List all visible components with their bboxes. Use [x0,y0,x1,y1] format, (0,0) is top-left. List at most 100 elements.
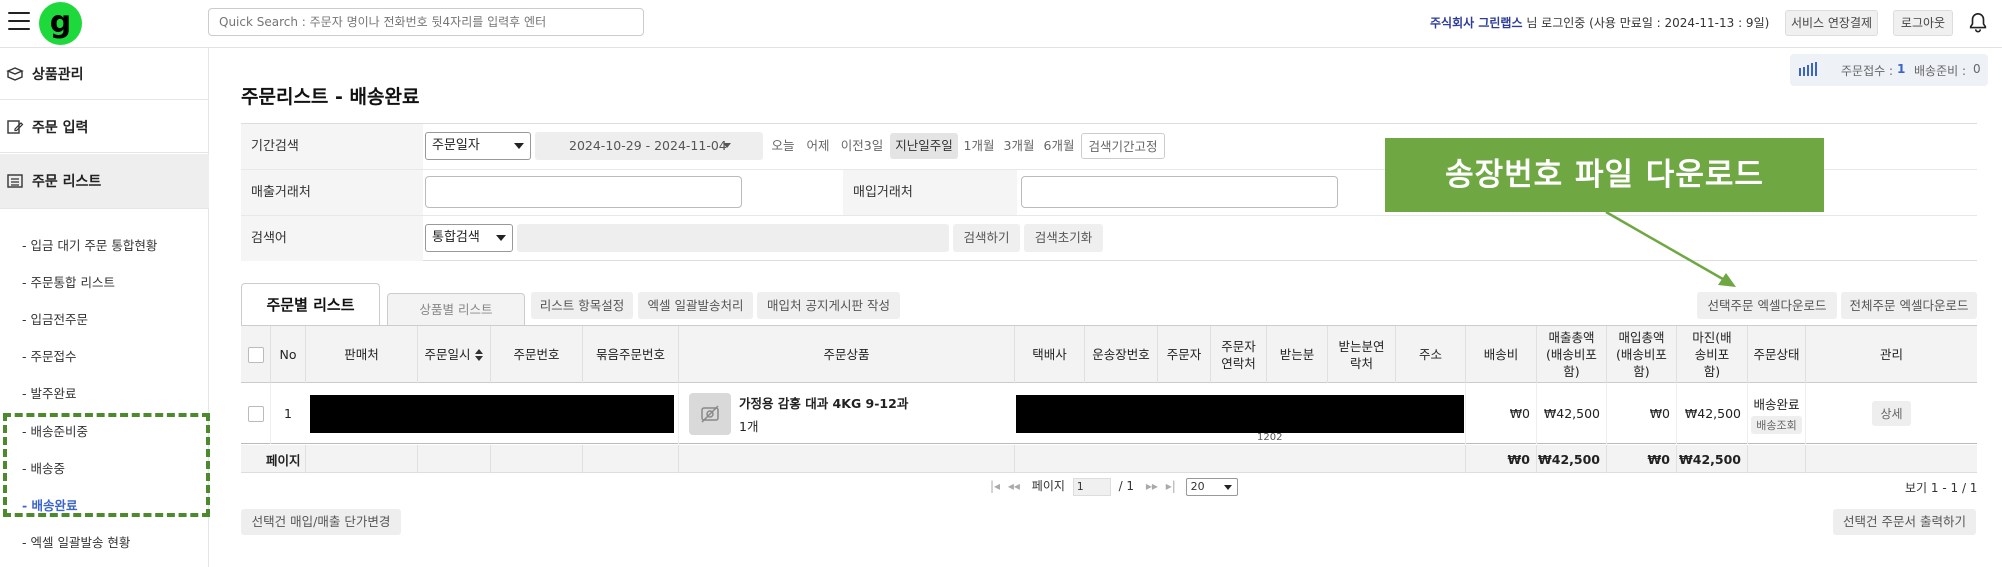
sidebar-sub-integrated-list[interactable]: - 주문통합 리스트 [22,272,115,291]
quick-1month[interactable]: 1개월 [961,133,997,159]
bell-icon[interactable] [1967,12,1989,34]
excel-bulk-ship-button[interactable]: 엑셀 일괄발송처리 [638,292,753,319]
result-count: 보기 1 - 1 / 1 [1905,481,1978,495]
chevron-down-icon [514,143,524,149]
row-no: 1 [270,383,305,444]
received-label: 주문접수 : [1841,64,1894,78]
quick-6month[interactable]: 6개월 [1041,133,1077,159]
redacted-shipping-info [1016,395,1464,433]
tab-by-product[interactable]: 상품별 리스트 [387,293,525,325]
prev-page-icon[interactable]: ◂◂ [1008,479,1020,493]
per-page-select[interactable]: 20 [1185,477,1238,496]
page-total: / 1 [1118,479,1135,493]
row-ship-fee: ₩0 [1465,383,1536,444]
per-page-value: 20 [1190,479,1205,493]
logout-button[interactable]: 로그아웃 [1893,10,1953,36]
phone-fragment: 1202 [1257,432,1283,443]
sidebar-sub-delivered[interactable]: - 배송완료 [22,495,78,514]
order-status-summary: 주문접수 : 1 배송준비 : 0 [1790,54,1988,86]
print-order-sheet-button[interactable]: 선택건 주문서 출력하기 [1833,509,1976,535]
summary-cell [305,445,417,473]
last-page-icon[interactable]: ▸| [1166,479,1176,493]
list-icon [7,174,23,188]
detail-button[interactable]: 상세 [1872,401,1911,426]
redacted-order-info [310,395,674,433]
col-order-no: 주문번호 [490,326,582,383]
keyword-label: 검색어 [241,216,423,261]
quick-3days[interactable]: 이전3일 [838,133,886,159]
sidebar-sub-preparing[interactable]: - 배송준비중 [22,421,88,440]
date-range-picker[interactable]: 2024-10-29 - 2024-11-04 [535,132,763,160]
sidebar-sub-shipping[interactable]: - 배송중 [22,458,65,477]
row-select-cell [241,383,270,444]
row-purchase-total: ₩0 [1606,383,1676,444]
sidebar-sub-ordered[interactable]: - 발주완료 [22,383,76,402]
list-settings-button[interactable]: 리스트 항목설정 [531,292,633,319]
login-status-text: 님 로그인중 (사용 만료일 : 2024-11-13 : 9일) [1526,16,1770,30]
page-number-input[interactable]: 1 [1072,477,1111,496]
supplier-notice-button[interactable]: 매입처 공지게시판 작성 [757,292,900,319]
next-page-icon[interactable]: ▸▸ [1146,479,1158,493]
row-manage-cell: 상세 [1805,383,1977,444]
quick-yesterday[interactable]: 어제 [802,133,834,159]
sidebar-item-order-entry[interactable]: 주문 입력 [0,101,209,153]
keyword-input[interactable] [517,224,949,252]
summary-cell [678,445,1014,473]
select-all-checkbox[interactable] [247,346,264,363]
first-page-icon[interactable]: |◂ [990,479,1000,493]
table-row[interactable]: 1 가정용 감홍 대과 4KG 9-12과 1개 ₩0 ₩42,500 ₩0 ₩… [241,383,1977,444]
download-selected-excel-button[interactable]: 선택주문 엑셀다운로드 [1697,292,1837,319]
quick-last-week[interactable]: 지난일주일 [890,133,958,159]
quick-today[interactable]: 오늘 [767,133,799,159]
col-order-status: 주문상태 [1747,326,1805,383]
sidebar-sub-before-deposit[interactable]: - 입금전주문 [22,309,88,328]
reset-search-button[interactable]: 검색초기화 [1024,224,1103,252]
date-type-select[interactable]: 주문일자 [425,132,531,160]
sidebar-item-order-list[interactable]: 주문 리스트 [0,154,209,209]
summary-cell [417,445,490,473]
sidebar-item-products[interactable]: 상품관리 [0,48,209,100]
row-status-cell: 배송완료 배송조회 [1747,383,1805,444]
sales-partner-input[interactable] [425,176,742,208]
summary-purchase-total: ₩0 [1606,445,1676,473]
change-unit-price-button[interactable]: 선택건 매입/매출 단가변경 [241,509,401,535]
col-ship-fee: 배송비 [1465,326,1536,383]
keyword-type-select[interactable]: 통합검색 [425,224,513,252]
select-all-cell [241,326,270,383]
fix-period-button[interactable]: 검색기간고정 [1081,133,1165,159]
col-tracking-no: 운송장번호 [1084,326,1157,383]
col-order-date[interactable]: 주문일시 [417,326,490,383]
search-button[interactable]: 검색하기 [953,224,1020,252]
download-all-excel-button[interactable]: 전체주문 엑셀다운로드 [1841,292,1977,319]
track-delivery-button[interactable]: 배송조회 [1751,415,1802,434]
purchase-partner-input[interactable] [1021,176,1338,208]
sidebar: 상품관리 주문 입력 주문 리스트 - 입금 대기 주문 통합현황 - 주문통합… [0,48,209,567]
row-status: 배송완료 [1753,396,1800,412]
service-extend-button[interactable]: 서비스 연장결제 [1785,10,1878,36]
annotation-callout: 송장번호 파일 다운로드 [1385,138,1824,212]
sidebar-sub-received[interactable]: - 주문접수 [22,346,76,365]
quick-search-input[interactable] [208,8,644,36]
box-icon [6,66,24,81]
hamburger-menu-icon[interactable] [8,12,30,30]
summary-sales-total: ₩42,500 [1536,445,1606,473]
login-info: 주식회사 그린랩스 님 로그인중 (사용 만료일 : 2024-11-13 : … [1430,14,1769,31]
sidebar-sub-excel-status[interactable]: - 엑셀 일괄발송 현황 [22,532,130,551]
sidebar-item-label: 상품관리 [32,66,84,83]
summary-cell [582,445,678,473]
app-logo[interactable]: g [39,2,82,45]
row-checkbox[interactable] [247,405,264,422]
col-orderer-phone: 주문자연락처 [1210,326,1266,383]
tab-by-order[interactable]: 주문별 리스트 [241,283,380,325]
summary-cell [1014,445,1465,473]
row-margin: ₩42,500 [1676,383,1747,444]
quick-3month[interactable]: 3개월 [1001,133,1037,159]
period-label: 기간검색 [241,124,423,169]
col-address: 주소 [1395,326,1465,383]
col-purchase-total: 매입총액(배송비포함) [1606,326,1676,383]
purchase-partner-label: 매입거래처 [843,170,1017,215]
col-receiver: 받는분 [1266,326,1327,383]
sidebar-sub-deposit-pending-status[interactable]: - 입금 대기 주문 통합현황 [22,235,157,254]
prep-count: 0 [1973,62,1981,76]
product-name[interactable]: 가정용 감홍 대과 4KG 9-12과 [739,393,908,412]
